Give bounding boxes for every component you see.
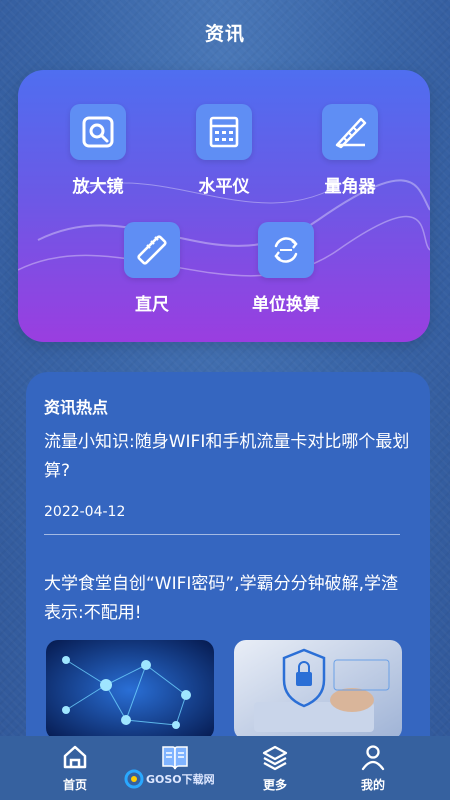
nav-more[interactable]: 更多 (240, 742, 310, 798)
news-thumbnail-network[interactable] (46, 640, 214, 740)
tool-magnifier[interactable]: 放大镜 (43, 104, 153, 204)
tool-label: 放大镜 (72, 177, 124, 197)
news-date: 2022-04-12 (44, 504, 126, 520)
nav-info[interactable] (140, 742, 210, 798)
tool-unit-convert[interactable]: 单位换算 (231, 222, 341, 322)
news-thumbnail-security[interactable] (234, 640, 402, 740)
nav-mine[interactable]: 我的 (338, 742, 408, 798)
unit-convert-icon (258, 222, 314, 278)
user-icon (358, 742, 388, 772)
ruler-icon (124, 222, 180, 278)
tool-protractor[interactable]: 量角器 (295, 104, 405, 204)
news-card: 资讯热点 流量小知识:随身WIFI和手机流量卡对比哪个最划算? 2022-04-… (26, 372, 430, 772)
section-title: 资讯热点 (44, 398, 109, 417)
tool-label: 量角器 (324, 177, 376, 197)
news-item-title[interactable]: 大学食堂自创“WIFI密码”,学霸分分钟破解,学渣表示:不配用! (44, 570, 414, 628)
tools-card: 放大镜 水平仪 量角器 直尺 单位换算 (18, 70, 430, 342)
home-icon (60, 742, 90, 772)
book-icon (160, 742, 190, 772)
tool-ruler[interactable]: 直尺 (97, 222, 207, 322)
nav-label: 更多 (262, 778, 287, 792)
layers-icon (260, 742, 290, 772)
protractor-icon (322, 104, 378, 160)
bottom-nav: 首页 更多 我的 (0, 736, 450, 800)
tool-level[interactable]: 水平仪 (169, 104, 279, 204)
tool-label: 水平仪 (198, 177, 250, 197)
news-item-title[interactable]: 流量小知识:随身WIFI和手机流量卡对比哪个最划算? (44, 428, 414, 486)
nav-label: 首页 (62, 778, 87, 792)
page-title: 资讯 (204, 22, 245, 45)
divider (44, 534, 400, 535)
nav-label: 我的 (360, 778, 385, 792)
tool-label: 单位换算 (252, 295, 320, 315)
top-bar: 资讯 (0, 0, 450, 64)
nav-home[interactable]: 首页 (40, 742, 110, 798)
level-icon (196, 104, 252, 160)
tool-label: 直尺 (135, 295, 169, 315)
magnifier-icon (70, 104, 126, 160)
